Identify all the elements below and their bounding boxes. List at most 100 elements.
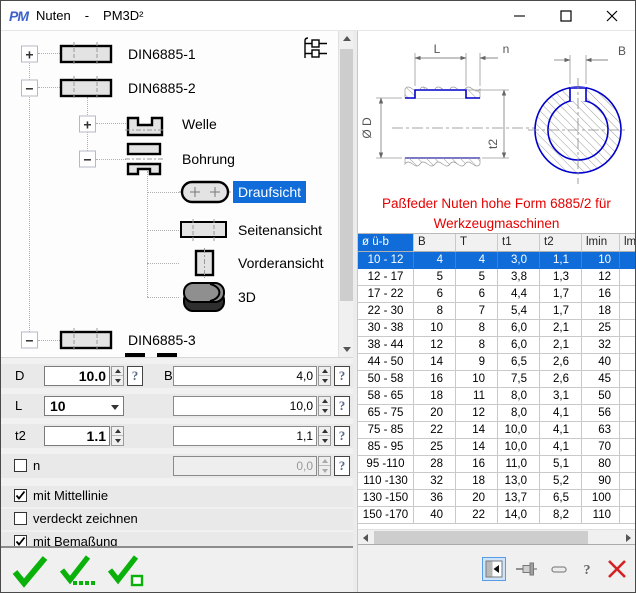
param-value-input[interactable]: 1,1 — [173, 426, 317, 446]
tree-item-label[interactable]: Vorderansicht — [233, 252, 329, 274]
dim-label-diameter: Ø D — [360, 117, 374, 139]
scroll-right-button[interactable] — [621, 530, 636, 545]
n-checkbox[interactable] — [14, 459, 27, 472]
param-value-input[interactable]: 10,0 — [173, 396, 317, 416]
table-cell — [620, 439, 636, 456]
column-header[interactable]: ø ü-b — [358, 234, 414, 252]
spin-down-button[interactable] — [112, 376, 123, 385]
spin-up-button[interactable] — [319, 427, 330, 436]
spinner-control[interactable] — [111, 426, 124, 446]
tree-expander[interactable]: + — [79, 116, 96, 133]
table-cell: 50 - 58 — [358, 371, 414, 388]
tree-expander[interactable]: − — [21, 80, 38, 97]
maximize-button[interactable] — [543, 1, 589, 31]
table-row[interactable]: 150 -170402214,08,2110 — [358, 507, 636, 524]
tree-item-label[interactable]: Bohrung — [177, 148, 240, 170]
spinner-control[interactable] — [318, 366, 331, 386]
column-header[interactable]: lmin — [582, 234, 620, 252]
scroll-thumb[interactable] — [374, 531, 588, 544]
tree-item-din6885-2: − DIN6885-2 — [1, 75, 353, 101]
spin-down-button[interactable] — [319, 436, 330, 445]
table-cell — [620, 354, 636, 371]
close-button[interactable] — [589, 1, 635, 31]
table-cell: 22 - 30 — [358, 303, 414, 320]
table-cell: 25 — [414, 439, 456, 456]
table-cell: 30 - 38 — [358, 320, 414, 337]
spin-up-button[interactable] — [319, 397, 330, 406]
tree-item-label[interactable]: DIN6885-3 — [123, 329, 201, 351]
param-value-input[interactable]: 0,0 — [173, 456, 317, 476]
table-row[interactable]: 130 -150362013,76,5100 — [358, 490, 636, 507]
table-cell: 8,0 — [498, 388, 540, 405]
cancel-button[interactable] — [603, 556, 631, 582]
help-button[interactable]: ? — [334, 396, 350, 416]
help-button[interactable]: ? — [578, 558, 596, 580]
spin-up-button[interactable] — [112, 427, 123, 436]
table-row[interactable]: 65 - 7520128,04,156 — [358, 405, 636, 422]
apply-button[interactable] — [11, 553, 53, 589]
spin-up-button[interactable] — [319, 367, 330, 376]
table-row[interactable]: 22 - 30875,41,718 — [358, 303, 636, 320]
apply-new-button[interactable] — [107, 553, 149, 589]
tree-expander[interactable]: − — [21, 332, 38, 349]
column-header[interactable]: B — [414, 234, 456, 252]
spinner-control[interactable] — [111, 366, 124, 386]
tree-item-label[interactable]: Draufsicht — [233, 181, 306, 203]
table-cell: 16 — [582, 286, 620, 303]
spinner-control[interactable] — [318, 396, 331, 416]
table-row[interactable]: 17 - 22664,41,716 — [358, 286, 636, 303]
option-label: verdeckt zeichnen — [33, 509, 138, 529]
apply-continue-button[interactable] — [59, 553, 101, 589]
column-header[interactable]: t2 — [540, 234, 582, 252]
spin-down-button[interactable] — [319, 406, 330, 415]
table-row[interactable]: 58 - 6518118,03,150 — [358, 388, 636, 405]
param-value-input[interactable]: 4,0 — [173, 366, 317, 386]
table-horizontal-scrollbar[interactable] — [358, 529, 636, 544]
tree-expander[interactable]: − — [79, 151, 96, 168]
table-row[interactable]: 38 - 441286,02,132 — [358, 337, 636, 354]
t2-input[interactable]: 1.1 — [44, 426, 110, 446]
minimize-panel-button[interactable] — [548, 560, 571, 578]
table-cell — [620, 388, 636, 405]
column-header[interactable]: t1 — [498, 234, 540, 252]
table-cell: 38 - 44 — [358, 337, 414, 354]
pin-button[interactable] — [513, 558, 541, 580]
table-cell: 12 — [414, 337, 456, 354]
spinner-control[interactable] — [318, 426, 331, 446]
tree-item-label[interactable]: Welle — [177, 113, 222, 135]
spin-down-button[interactable] — [319, 376, 330, 385]
table-row[interactable]: 12 - 17553,81,312 — [358, 269, 636, 286]
tree-item-label[interactable]: DIN6885-1 — [123, 43, 201, 65]
l-combobox[interactable]: 10 — [44, 396, 124, 416]
collapse-panel-button[interactable] — [482, 557, 506, 581]
help-button[interactable]: ? — [334, 366, 350, 386]
table-row[interactable]: 50 - 5816107,52,645 — [358, 371, 636, 388]
spin-up-button[interactable] — [319, 457, 330, 466]
table-cell: 22 — [414, 422, 456, 439]
mit-mittellinie-checkbox[interactable] — [14, 489, 27, 502]
table-row[interactable]: 44 - 501496,52,640 — [358, 354, 636, 371]
help-button[interactable]: ? — [334, 456, 350, 476]
tree-expander[interactable]: + — [21, 46, 38, 63]
table-row[interactable]: 95 -110281611,05,180 — [358, 456, 636, 473]
spin-down-button[interactable] — [112, 436, 123, 445]
spin-down-button[interactable] — [319, 466, 330, 475]
tree-item-label[interactable]: DIN6885-2 — [123, 77, 201, 99]
column-header[interactable]: T — [456, 234, 498, 252]
table-row[interactable]: 85 - 95251410,04,170 — [358, 439, 636, 456]
spin-up-button[interactable] — [112, 367, 123, 376]
help-button[interactable]: ? — [334, 426, 350, 446]
verdeckt-zeichnen-checkbox[interactable] — [14, 512, 27, 525]
table-row[interactable]: 30 - 381086,02,125 — [358, 320, 636, 337]
tree-item-label[interactable]: 3D — [233, 286, 261, 308]
tree-item-label[interactable]: Seitenansicht — [233, 219, 327, 241]
minimize-button[interactable] — [497, 1, 543, 31]
table-row[interactable]: 110 -130321813,05,290 — [358, 473, 636, 490]
column-header[interactable]: lma — [620, 234, 636, 252]
help-button[interactable]: ? — [127, 366, 143, 386]
table-row[interactable]: 10 - 12443,01,110 — [358, 252, 636, 269]
d-input[interactable]: 10.0 — [44, 366, 110, 386]
scroll-left-button[interactable] — [358, 530, 373, 545]
model-tree: + DIN6885-1 − DIN6885-2 + Welle − Bohrung Draufs… — [1, 31, 353, 358]
table-row[interactable]: 75 - 85221410,04,163 — [358, 422, 636, 439]
